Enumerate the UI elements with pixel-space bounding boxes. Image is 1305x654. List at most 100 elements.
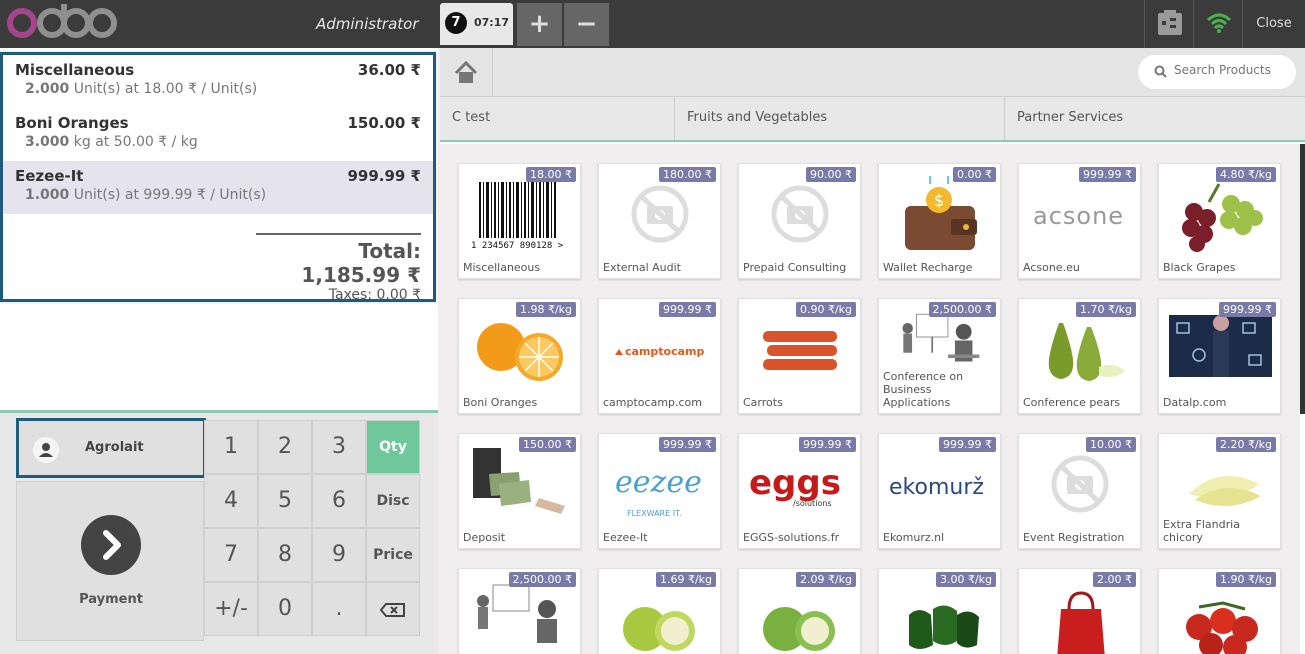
user-name[interactable]: Administrator — [316, 15, 419, 33]
category-partner-services[interactable]: Partner Services — [1005, 97, 1305, 140]
peppers-image — [909, 605, 979, 649]
camptocamp-logo-text: camptocamp — [625, 345, 705, 358]
product-card[interactable]: 1.90 ₹/kg — [1158, 568, 1281, 654]
no-image-icon — [771, 185, 829, 243]
product-grid: 1 234567 890128 > 18.00 ₹ Miscellaneous … — [440, 144, 1300, 654]
product-price: 999.99 ₹ — [939, 437, 996, 452]
breadcrumb-bar — [440, 48, 1305, 97]
price-mode-button[interactable]: Price — [366, 528, 420, 582]
numpad-key-3[interactable]: 3 — [312, 420, 366, 474]
barcode-scanner-button[interactable] — [1144, 0, 1193, 48]
order-tab[interactable]: 7 07:17 — [440, 3, 513, 45]
action-pad: Agrolait Payment 1 2 3 Qty 4 5 6 Disc 7 … — [0, 410, 438, 654]
connection-status[interactable] — [1193, 0, 1242, 48]
numpad-key-4[interactable]: 4 — [204, 474, 258, 528]
product-price: 150.00 ₹ — [519, 437, 576, 452]
product-card[interactable]: eezee FLEXWARE IT. 999.99 ₹ Eezee-It — [598, 433, 721, 549]
ekomurz-logo: ekomurž — [889, 475, 984, 500]
product-card[interactable]: acsone 999.99 ₹ Acsone.eu — [1018, 163, 1141, 279]
product-card[interactable]: 2,500.00 ₹ — [458, 568, 581, 654]
user-icon — [33, 437, 59, 463]
product-card[interactable]: $ 0.00 ₹ Wallet Recharge — [878, 163, 1001, 279]
numpad-key-1[interactable]: 1 — [204, 420, 258, 474]
numpad-key-8[interactable]: 8 — [258, 528, 312, 582]
product-card[interactable]: 3.00 ₹/kg — [878, 568, 1001, 654]
numpad-key-7[interactable]: 7 — [204, 528, 258, 582]
order-line[interactable]: Boni Oranges 150.00 ₹ 3.000 kg at 50.00 … — [3, 108, 433, 161]
backspace-button[interactable] — [366, 582, 420, 636]
product-card[interactable]: eggs /solutions 999.99 ₹ EGGS-solutions.… — [738, 433, 861, 549]
product-price: 999.99 ₹ — [659, 437, 716, 452]
ekomurz-logo-text: ekomurž — [889, 475, 984, 500]
line-price: 36.00 ₹ — [357, 61, 421, 79]
set-customer-button[interactable]: Agrolait — [16, 418, 206, 478]
product-card[interactable]: 1.70 ₹/kg Conference pears — [1018, 298, 1141, 414]
wifi-icon — [1206, 13, 1232, 33]
numpad-key-9[interactable]: 9 — [312, 528, 366, 582]
oranges-image — [477, 323, 563, 381]
home-icon — [454, 60, 478, 83]
search-box[interactable] — [1138, 55, 1296, 89]
product-name: Datalp.com — [1163, 396, 1227, 409]
product-card[interactable]: 4.80 ₹/kg Black Grapes — [1158, 163, 1281, 279]
line-info: 3.000 kg at 50.00 ₹ / kg — [15, 134, 421, 150]
backspace-icon — [379, 603, 405, 617]
product-card[interactable]: 2.20 ₹/kg Extra Flandria chicory — [1158, 433, 1281, 549]
grapes-image — [1182, 183, 1263, 252]
product-price: 180.00 ₹ — [659, 167, 716, 182]
numpad-key-6[interactable]: 6 — [312, 474, 366, 528]
acsone-logo-text: acsone — [1033, 202, 1124, 230]
numpad-key-dot[interactable]: . — [312, 582, 366, 636]
line-info: 2.000 Unit(s) at 18.00 ₹ / Unit(s) — [15, 81, 421, 97]
product-price: 90.00 ₹ — [806, 167, 856, 182]
numpad-key-5[interactable]: 5 — [258, 474, 312, 528]
payment-button[interactable]: Payment — [16, 481, 204, 641]
product-card[interactable]: 90.00 ₹ Prepaid Consulting — [738, 163, 861, 279]
product-card[interactable]: 0.90 ₹/kg Carrots — [738, 298, 861, 414]
product-card[interactable]: 1.69 ₹/kg — [598, 568, 721, 654]
order-line[interactable]: Miscellaneous 36.00 ₹ 2.000 Unit(s) at 1… — [3, 55, 433, 108]
product-name: Miscellaneous — [463, 261, 541, 274]
product-card[interactable]: 1 234567 890128 > 18.00 ₹ Miscellaneous — [458, 163, 581, 279]
eezee-logo-subtitle: FLEXWARE IT. — [627, 509, 682, 518]
conference-image — [477, 584, 557, 643]
line-qty: 1.000 — [25, 187, 70, 203]
product-name: Acsone.eu — [1023, 261, 1080, 274]
product-card[interactable]: 10.00 ₹ Event Registration — [1018, 433, 1141, 549]
products-pane: C test Fruits and Vegetables Partner Ser… — [440, 48, 1305, 654]
order-number: 7 — [445, 12, 467, 34]
qty-mode-button[interactable]: Qty — [366, 420, 420, 474]
product-scrollbar[interactable] — [1300, 144, 1305, 414]
product-card[interactable]: 2.09 ₹/kg — [738, 568, 861, 654]
delete-order-button[interactable]: − — [564, 3, 609, 46]
product-price: 1.90 ₹/kg — [1215, 572, 1276, 587]
product-card[interactable]: 2.00 ₹ — [1018, 568, 1141, 654]
new-order-button[interactable]: + — [517, 3, 562, 46]
product-name: Deposit — [463, 531, 506, 544]
order-line-selected[interactable]: Eezee-It 999.99 ₹ 1.000 Unit(s) at 999.9… — [3, 161, 433, 214]
category-c-test[interactable]: C test — [440, 97, 675, 140]
disc-mode-button[interactable]: Disc — [366, 474, 420, 528]
product-card[interactable]: 150.00 ₹ Deposit — [458, 433, 581, 549]
product-name: Wallet Recharge — [883, 261, 973, 274]
search-input[interactable] — [1174, 63, 1289, 77]
product-card[interactable]: 2,500.00 ₹ Conference on Business Applic… — [878, 298, 1001, 414]
numpad-key-2[interactable]: 2 — [258, 420, 312, 474]
product-card[interactable]: camptocamp 999.99 ₹ camptocamp.com — [598, 298, 721, 414]
no-image-icon — [1051, 455, 1109, 513]
category-fruits-vegetables[interactable]: Fruits and Vegetables — [675, 97, 1005, 140]
product-card[interactable]: 1.98 ₹/kg Boni Oranges — [458, 298, 581, 414]
close-button[interactable]: Close — [1242, 0, 1305, 48]
apples-image — [763, 607, 835, 651]
home-button[interactable] — [440, 48, 493, 97]
chicory-image — [1189, 476, 1261, 507]
product-card[interactable]: 999.99 ₹ Datalp.com — [1158, 298, 1281, 414]
product-price: 2,500.00 ₹ — [508, 572, 576, 587]
product-card[interactable]: ekomurž 999.99 ₹ Ekomurz.nl — [878, 433, 1001, 549]
chevron-right-icon — [81, 515, 141, 575]
numpad-key-0[interactable]: 0 — [258, 582, 312, 636]
product-card[interactable]: 180.00 ₹ External Audit — [598, 163, 721, 279]
numpad-key-plus-minus[interactable]: +/- — [204, 582, 258, 636]
barcode-image: 1 234567 890128 > — [471, 182, 564, 251]
line-qty: 3.000 — [25, 134, 70, 150]
